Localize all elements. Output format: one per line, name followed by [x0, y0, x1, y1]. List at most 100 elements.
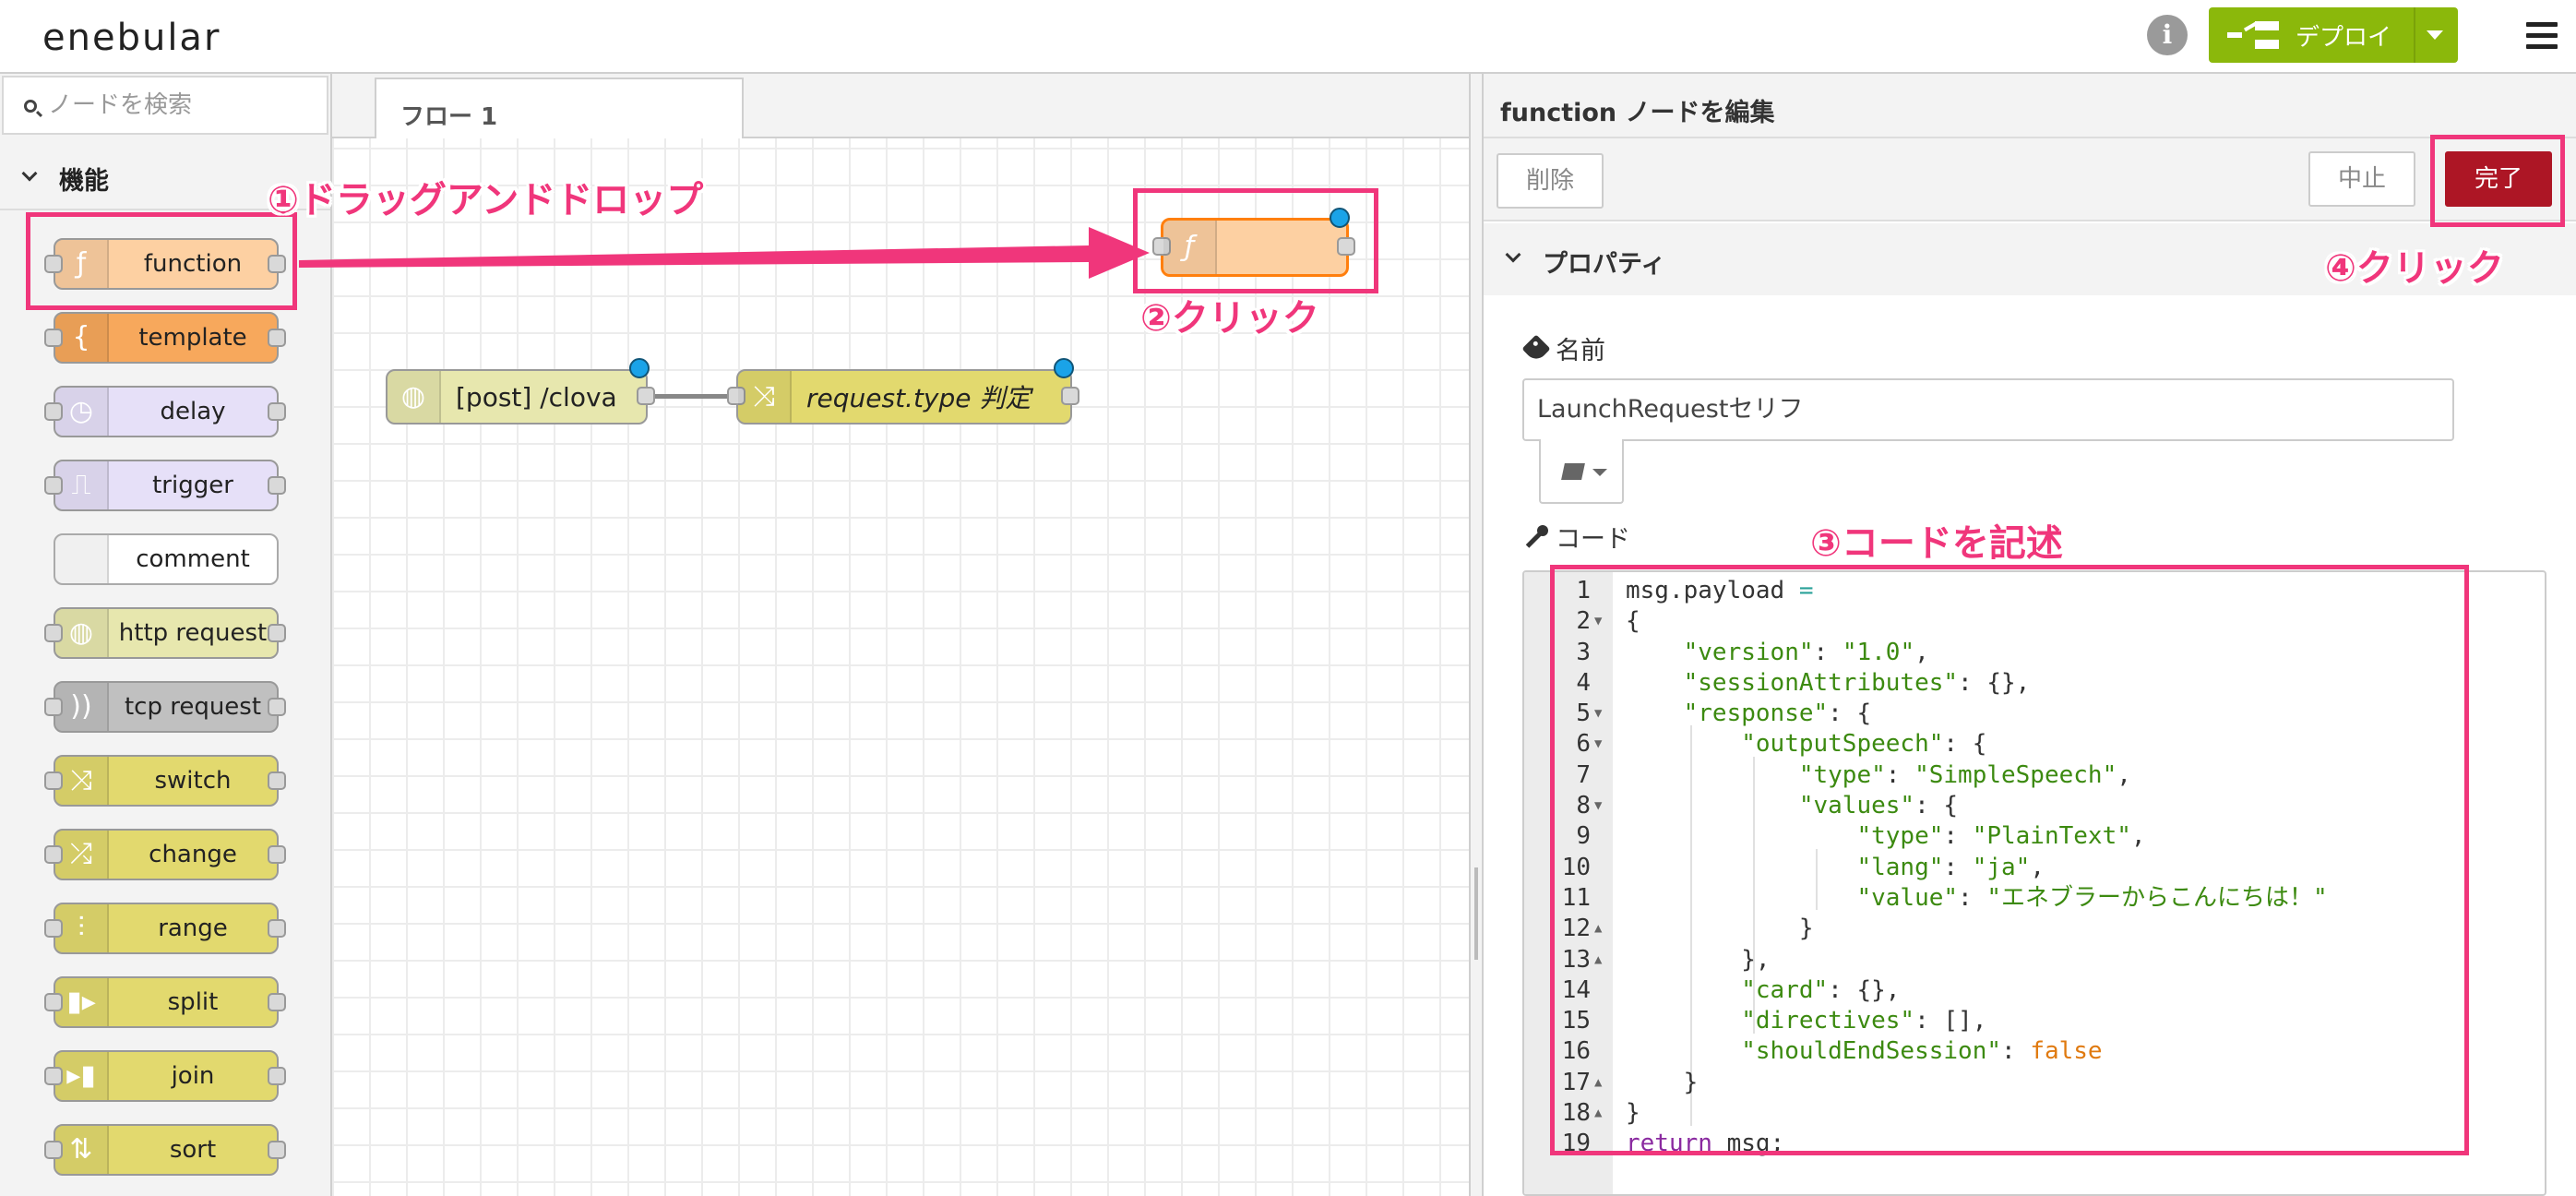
- flow-wire: [653, 394, 733, 399]
- chevron-down-icon: [1505, 246, 1521, 263]
- flow-node-label: [post] /clova: [456, 381, 617, 413]
- deploy-label: デプロイ: [2296, 23, 2392, 52]
- palette-node-sort[interactable]: ⇅ sort: [44, 1124, 286, 1176]
- join-icon: ▸▮: [55, 1052, 109, 1100]
- comment-icon: [55, 535, 109, 583]
- palette-node-label: delay: [160, 398, 226, 425]
- wrench-icon: [1524, 524, 1548, 549]
- output-port: [268, 402, 286, 421]
- output-port: [268, 919, 286, 938]
- top-header: enebular i デプロイ: [0, 0, 2576, 74]
- switch-icon: ⤨: [55, 757, 109, 805]
- template-icon: {: [55, 314, 109, 362]
- tab-label: フロー 1: [400, 103, 498, 131]
- output-port: [268, 476, 286, 495]
- palette-node-label: sort: [169, 1136, 217, 1164]
- palette-node-change[interactable]: ⤮ change: [44, 829, 286, 880]
- deploy-icon: [2227, 21, 2279, 49]
- input-port: [44, 771, 63, 790]
- caret-down-icon: [1592, 469, 1607, 476]
- properties-section-title: プロパティ: [1543, 250, 1666, 279]
- palette-node-template[interactable]: { template: [44, 312, 286, 364]
- sort-icon: ⇅: [55, 1126, 109, 1174]
- annotation-box-done: [2430, 135, 2565, 227]
- flow-node-switch[interactable]: ⤨ request.type 判定: [727, 358, 1079, 425]
- info-icon[interactable]: i: [2147, 15, 2188, 55]
- palette-node-label: split: [167, 988, 219, 1016]
- annotation-step4: ④クリック: [2325, 247, 2504, 290]
- input-port: [44, 698, 63, 716]
- output-port: [268, 624, 286, 642]
- input-port: [44, 1141, 63, 1159]
- changed-indicator: [629, 358, 650, 378]
- category-title: 機能: [59, 167, 109, 196]
- app-logo: enebular: [42, 17, 221, 59]
- palette-node-join[interactable]: ▸▮ join: [44, 1050, 286, 1102]
- globe-icon: ◍: [388, 371, 441, 423]
- palette-search: [2, 76, 328, 135]
- palette-node-range[interactable]: ⫶ range: [44, 903, 286, 954]
- output-port: [268, 1067, 286, 1085]
- changed-indicator: [1054, 358, 1074, 378]
- input-port: [44, 624, 63, 642]
- output-port: [268, 771, 286, 790]
- output-port: [268, 698, 286, 716]
- output-port: [268, 845, 286, 864]
- output-port[interactable]: [1061, 387, 1079, 405]
- search-icon: [24, 100, 37, 113]
- palette-node-comment[interactable]: comment: [54, 533, 279, 585]
- palette-node-switch[interactable]: ⤨ switch: [44, 755, 286, 807]
- output-port: [268, 993, 286, 1011]
- code-label-text: コード: [1556, 525, 1630, 554]
- palette-node-tcp-request[interactable]: )) tcp request: [44, 681, 286, 733]
- palette-node-http-request[interactable]: ◍ http request: [44, 607, 286, 659]
- edit-panel-toolbar: 削除 中止 完了: [1484, 138, 2576, 221]
- input-port: [44, 845, 63, 864]
- input-port: [44, 476, 63, 495]
- delete-button[interactable]: 削除: [1497, 153, 1604, 209]
- palette-node-split[interactable]: ▮▸ split: [44, 976, 286, 1028]
- flow-node-http-in[interactable]: ◍ [post] /clova: [386, 358, 655, 425]
- palette-node-label: http request: [118, 619, 268, 647]
- change-icon: ⤮: [55, 831, 109, 879]
- input-port: [44, 402, 63, 421]
- tab-flow-1[interactable]: フロー 1: [375, 78, 744, 138]
- palette-node-trigger[interactable]: ⎍ trigger: [44, 460, 286, 511]
- library-button[interactable]: [1539, 439, 1624, 504]
- name-label-text: 名前: [1556, 337, 1605, 365]
- book-icon: [1561, 463, 1585, 480]
- tag-icon: [1521, 333, 1551, 364]
- flow-node-label: request.type 判定: [806, 383, 1032, 413]
- palette-node-label: trigger: [152, 472, 233, 499]
- annotation-box-code: [1550, 565, 2469, 1155]
- switch-icon: ⤨: [738, 371, 792, 423]
- splitter-grip[interactable]: [1474, 867, 1478, 960]
- output-port: [268, 329, 286, 347]
- palette-node-label: comment: [136, 545, 250, 573]
- input-port: [44, 1067, 63, 1085]
- palette-node-delay[interactable]: ◷ delay: [44, 386, 286, 437]
- code-label: コード: [1524, 519, 1630, 555]
- palette-search-input[interactable]: [48, 87, 316, 124]
- input-port: [44, 329, 63, 347]
- annotation-box-palette-function: [26, 212, 297, 310]
- name-input[interactable]: LaunchRequestセリフ: [1522, 378, 2454, 441]
- input-port: [44, 993, 63, 1011]
- main-menu-icon[interactable]: [2526, 22, 2558, 50]
- deploy-button[interactable]: デプロイ: [2209, 7, 2458, 63]
- palette-node-label: join: [171, 1062, 215, 1090]
- http-request-icon: ◍: [55, 609, 109, 657]
- panel-splitter[interactable]: [1469, 74, 1484, 1196]
- input-port: [44, 919, 63, 938]
- edit-panel-header: function ノードを編集: [1484, 74, 2576, 138]
- palette-node-label: change: [149, 841, 237, 868]
- annotation-step2: ②クリック: [1140, 297, 1319, 340]
- cancel-button[interactable]: 中止: [2308, 151, 2415, 207]
- annotation-step3: ③コードを記述: [1810, 522, 2063, 565]
- flow-tab-bar: フロー 1: [332, 74, 1469, 138]
- output-port[interactable]: [637, 387, 655, 405]
- annotation-box-new-node: [1133, 188, 1378, 293]
- deploy-menu-caret-icon[interactable]: [2427, 30, 2443, 40]
- palette-node-label: template: [138, 324, 247, 352]
- edit-panel-title: function ノードを編集: [1500, 99, 1775, 127]
